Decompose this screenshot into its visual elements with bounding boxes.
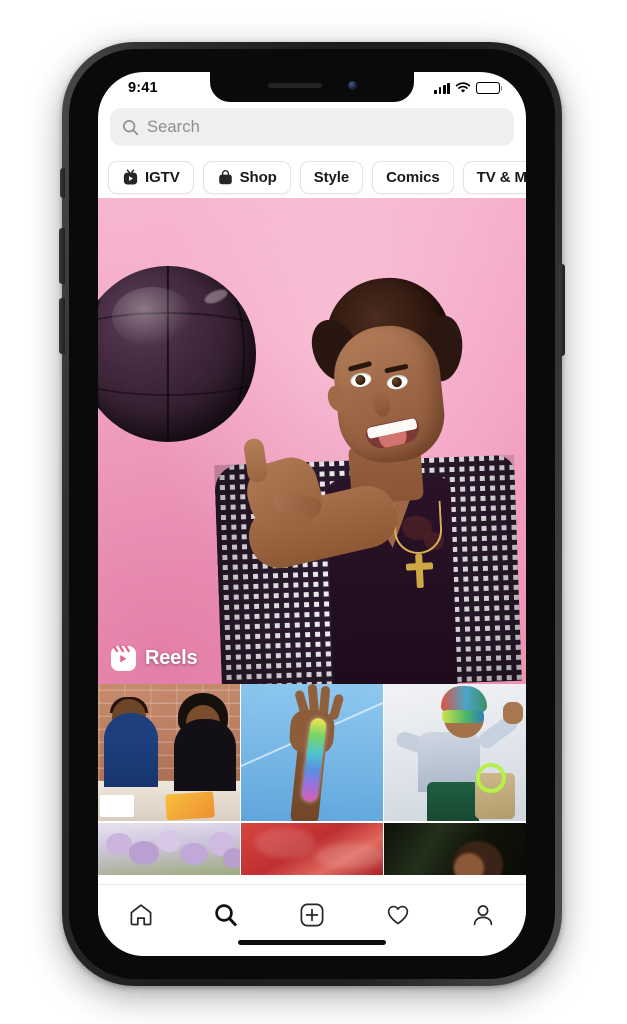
chip-shop[interactable]: Shop: [202, 160, 291, 194]
person-subject: [98, 264, 526, 684]
screenshot-root: 9:41 Search IGTV Shop Style Comics TV & …: [0, 0, 627, 1024]
plus-box-icon: [300, 903, 324, 927]
status-time: 9:41: [128, 80, 158, 96]
tab-activity[interactable]: [372, 898, 424, 932]
reels-badge: Reels: [110, 645, 198, 672]
phone-device-frame: 9:41 Search IGTV Shop Style Comics TV & …: [59, 42, 565, 986]
earpiece-speaker: [267, 83, 322, 88]
home-indicator[interactable]: [238, 940, 386, 945]
explore-feed[interactable]: Reels: [98, 198, 526, 956]
chip-label: Shop: [239, 168, 277, 186]
chip-label: Style: [313, 168, 350, 186]
reels-label: Reels: [145, 647, 198, 669]
status-indicators: [434, 82, 503, 94]
tab-home[interactable]: [115, 898, 167, 932]
grid-thumbnail-1[interactable]: [98, 684, 240, 821]
grid-thumbnail-2[interactable]: [241, 684, 383, 821]
tab-create[interactable]: [286, 898, 338, 932]
grid-thumbnail-6[interactable]: [384, 822, 526, 875]
search-bar-container: Search: [98, 108, 526, 146]
volume-down-button[interactable]: [59, 298, 65, 354]
home-icon: [130, 904, 152, 926]
power-button[interactable]: [559, 264, 565, 356]
chip-label: IGTV: [145, 168, 180, 186]
search-input[interactable]: Search: [110, 108, 514, 146]
wifi-icon: [455, 82, 471, 93]
hero-reel-post[interactable]: Reels: [98, 198, 526, 684]
device-notch: [210, 72, 414, 102]
search-icon: [215, 904, 238, 927]
chip-label: TV & Movies: [476, 168, 526, 186]
front-camera-icon: [347, 81, 357, 90]
shopping-bag-icon: [218, 169, 232, 184]
cross-pendant: [405, 562, 434, 571]
chip-igtv[interactable]: IGTV: [108, 160, 194, 194]
chip-tv-and-movies[interactable]: TV & Movies: [462, 160, 526, 194]
chip-style[interactable]: Style: [299, 160, 364, 194]
tab-search[interactable]: [200, 898, 252, 932]
grid-thumbnail-3[interactable]: [384, 684, 526, 821]
igtv-icon: [123, 168, 138, 184]
search-icon: [123, 119, 139, 135]
bottom-tab-bar[interactable]: [98, 884, 526, 956]
cellular-signal-icon: [434, 82, 450, 94]
search-placeholder-text: Search: [147, 117, 200, 136]
reels-icon: [110, 645, 137, 672]
grid-thumbnail-5[interactable]: [241, 822, 383, 875]
category-chips-row[interactable]: IGTV Shop Style Comics TV & Movies: [98, 156, 526, 198]
phone-screen: 9:41 Search IGTV Shop Style Comics TV & …: [98, 72, 526, 956]
chip-label: Comics: [386, 168, 440, 186]
volume-up-button[interactable]: [59, 228, 65, 284]
silent-switch-button[interactable]: [60, 168, 65, 198]
explore-thumbnail-grid[interactable]: [98, 684, 526, 875]
battery-full-icon: [476, 82, 503, 94]
grid-thumbnail-4[interactable]: [98, 822, 240, 875]
chip-comics[interactable]: Comics: [372, 160, 454, 194]
tab-profile[interactable]: [457, 898, 509, 932]
heart-icon: [387, 905, 408, 925]
person-icon: [473, 905, 493, 926]
